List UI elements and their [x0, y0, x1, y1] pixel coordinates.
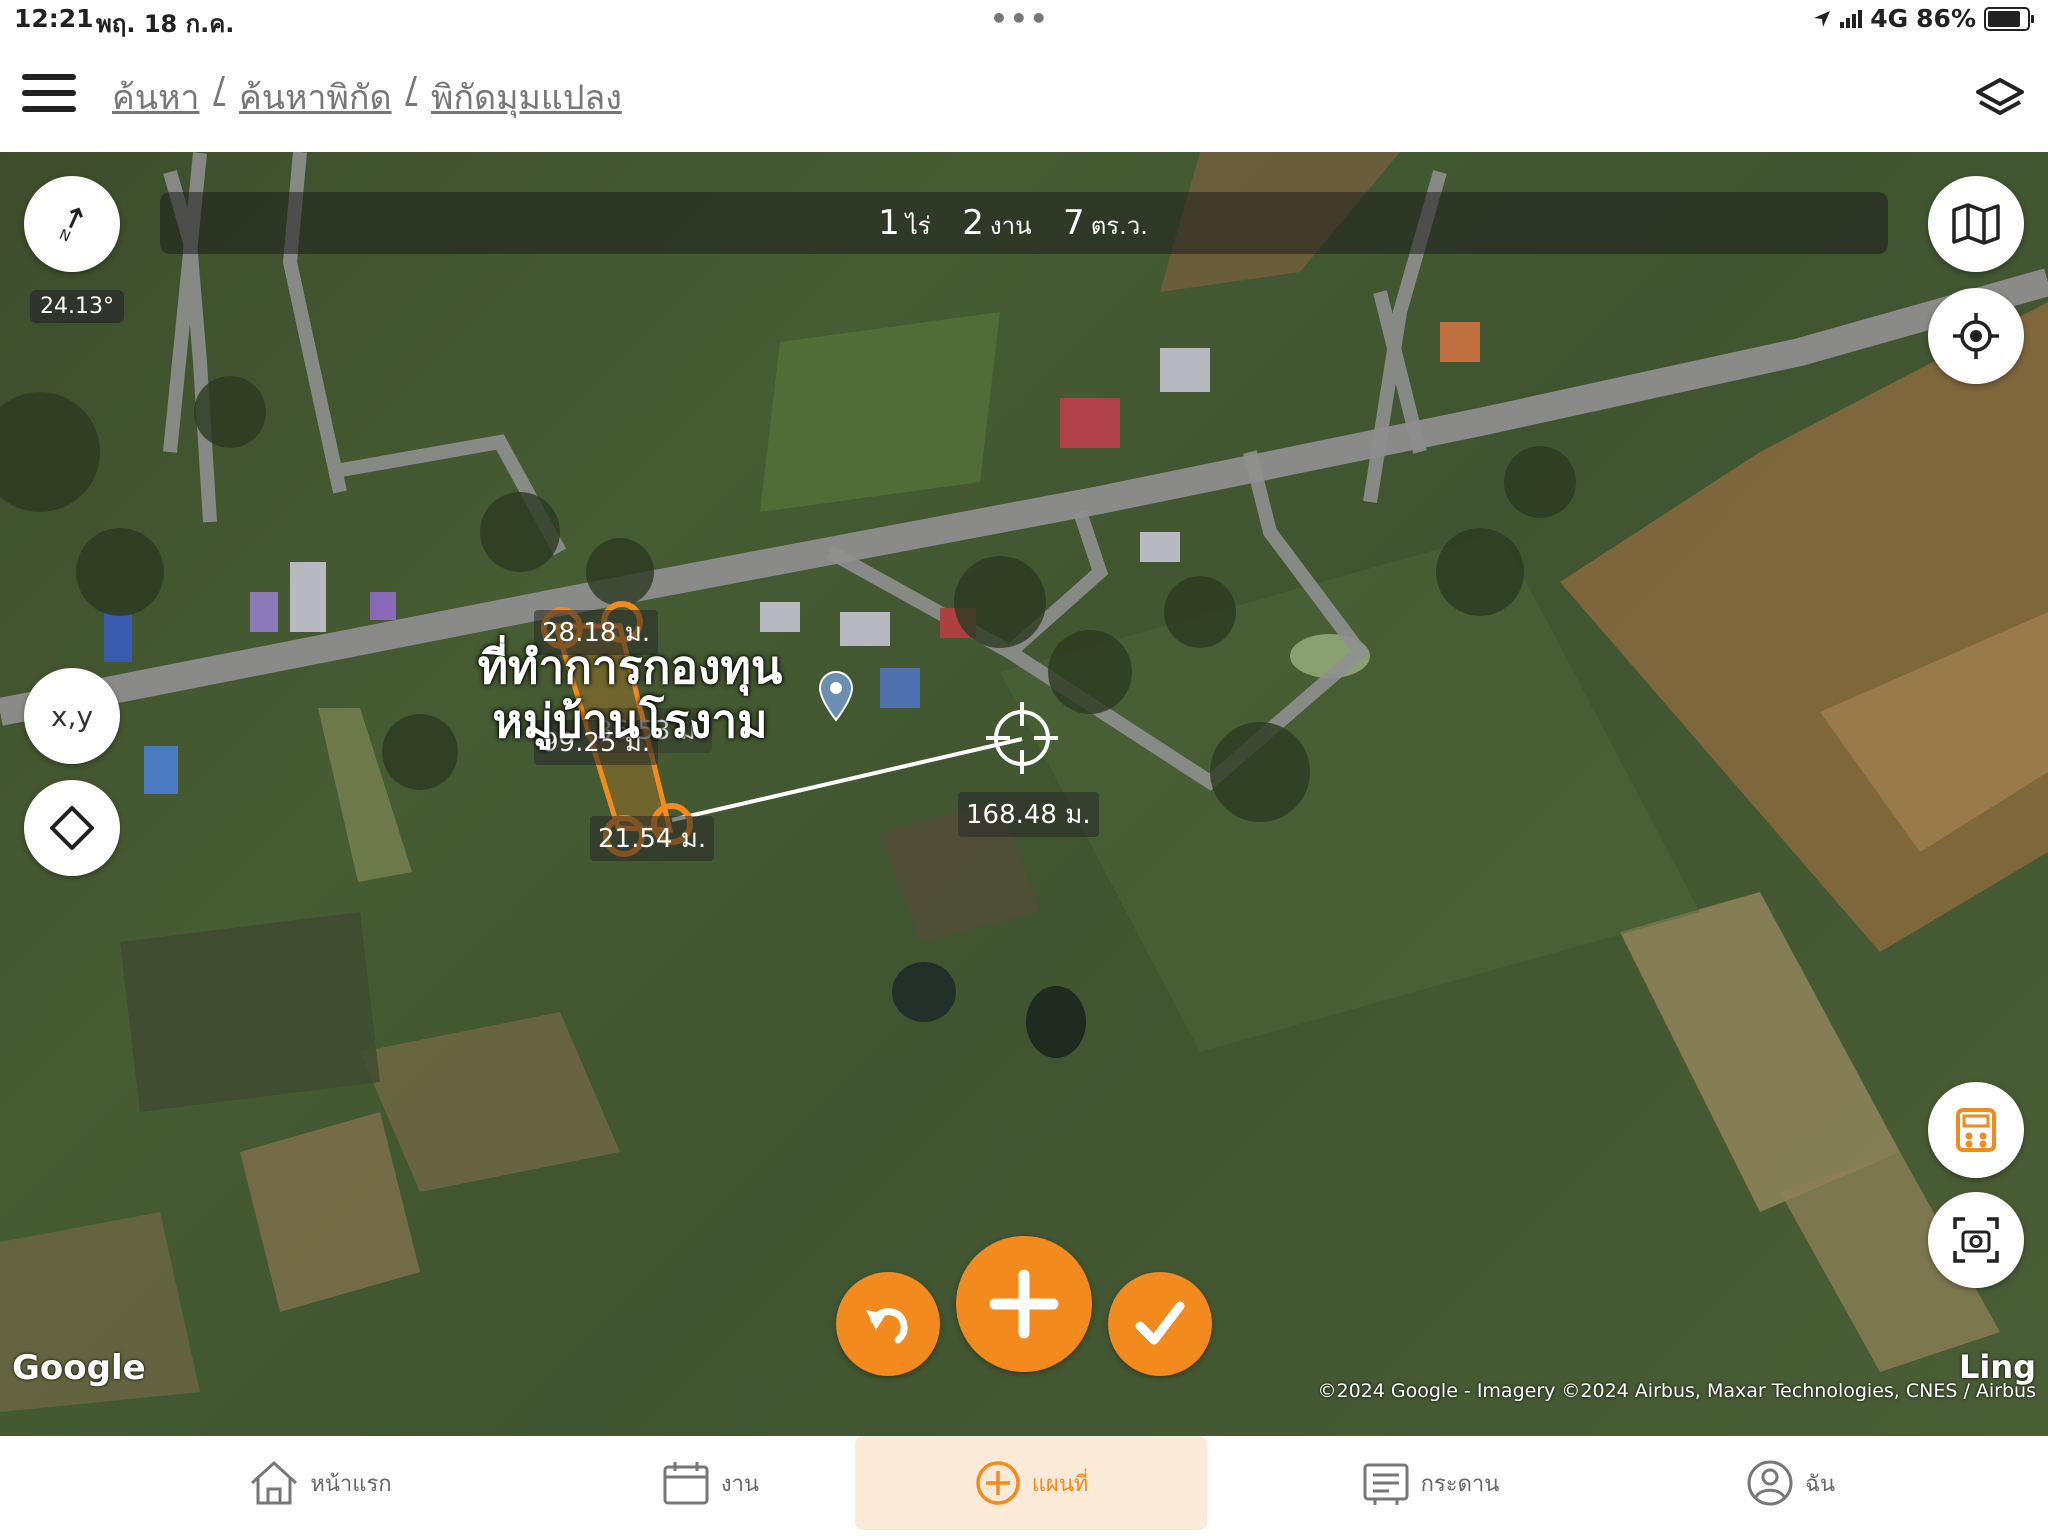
status-right: 4G 86%	[1812, 4, 2034, 33]
calculator-button[interactable]	[1928, 1082, 2024, 1178]
xy-coordinate-button[interactable]: x,y	[24, 668, 120, 764]
area-summary: 1 ไร่ 2 งาน 7 ตร.ว.	[160, 192, 1888, 254]
top-bar: ค้นหา / ค้นหาพิกัด / พิกัดมุมแปลง	[0, 40, 2048, 152]
multitask-dots-icon[interactable]: •••	[990, 2, 1050, 35]
tab-map-label: แผนที่	[1031, 1471, 1089, 1497]
home-icon	[251, 1460, 298, 1505]
confirm-button[interactable]	[1108, 1272, 1212, 1376]
area-rai-value: 1	[878, 203, 900, 243]
calculator-icon	[1956, 1108, 1996, 1152]
tab-me[interactable]: ฉัน	[1690, 1436, 1890, 1530]
place-name-line1: ที่ทำการกองทุน	[477, 640, 783, 694]
menu-icon[interactable]	[22, 74, 76, 116]
status-bar: 12:21 พฤ. 18 ก.ค. ••• 4G 86%	[0, 0, 2048, 40]
tab-home-label: หน้าแรก	[310, 1471, 392, 1497]
user-icon	[1747, 1460, 1793, 1506]
layers-icon[interactable]	[1974, 76, 2026, 120]
area-ngan-unit: งาน	[989, 212, 1032, 240]
target-crosshair-icon	[986, 702, 1058, 774]
my-location-button[interactable]	[1928, 288, 2024, 384]
tab-map[interactable]: แผนที่	[855, 1436, 1207, 1530]
map-pin-icon[interactable]	[816, 670, 856, 722]
calendar-icon	[663, 1462, 709, 1505]
tab-home[interactable]: หน้าแรก	[200, 1436, 440, 1530]
status-date: พฤ. 18 ก.ค.	[96, 10, 235, 38]
cursor-distance-label: 168.48 ม.	[958, 792, 1099, 837]
bottom-tab-bar: หน้าแรก งาน แผนที่ กระดาน ฉัน	[0, 1436, 2048, 1536]
satellite-map[interactable]: 1 ไร่ 2 งาน 7 ตร.ว. N 24.13° x,y 28.18 ม…	[0, 152, 2048, 1436]
google-logo: Google	[12, 1348, 146, 1388]
compass-icon: N	[57, 207, 83, 244]
place-name: ที่ทำการกองทุน หมู่บ้านโรงาม	[440, 640, 820, 748]
map-copyright: ©2024 Google - Imagery ©2024 Airbus, Max…	[1317, 1380, 2036, 1402]
tab-board[interactable]: กระดาน	[1310, 1436, 1550, 1530]
camera-frame-icon	[1953, 1217, 1999, 1263]
breadcrumb-coordinate-search[interactable]: ค้นหาพิกัด	[239, 70, 392, 124]
breadcrumb-plot-corner[interactable]: พิกัดมุมแปลง	[431, 70, 622, 124]
tab-jobs-label: งาน	[720, 1471, 760, 1497]
battery-percent: 86%	[1916, 4, 1976, 33]
crosshair-icon	[1953, 313, 1999, 359]
board-icon	[1363, 1463, 1409, 1505]
area-ngan-value: 2	[962, 203, 984, 243]
undo-button[interactable]	[836, 1272, 940, 1376]
diamond-icon	[50, 806, 94, 850]
status-time: 12:21	[14, 4, 94, 33]
undo-icon	[866, 1308, 908, 1344]
vertex-mode-button[interactable]	[24, 780, 120, 876]
checkmark-icon	[1135, 1301, 1185, 1345]
tab-board-label: กระดาน	[1420, 1471, 1500, 1497]
plus-icon	[989, 1269, 1059, 1339]
add-point-button[interactable]	[956, 1236, 1092, 1372]
compass-button[interactable]: N	[24, 176, 120, 272]
rotation-degree: 24.13°	[30, 290, 124, 323]
area-rai-unit: ไร่	[905, 212, 931, 240]
breadcrumb: ค้นหา / ค้นหาพิกัด / พิกัดมุมแปลง	[112, 70, 622, 124]
location-arrow-icon	[1814, 10, 1831, 27]
breadcrumb-search[interactable]: ค้นหา	[112, 70, 200, 124]
tab-jobs[interactable]: งาน	[590, 1436, 830, 1530]
breadcrumb-separator: /	[213, 70, 225, 110]
edge-length-label: 21.54 ม.	[590, 816, 715, 861]
battery-icon	[1984, 6, 2034, 31]
svg-text:N: N	[57, 227, 73, 244]
breadcrumb-separator: /	[405, 70, 418, 110]
map-type-button[interactable]	[1928, 176, 2024, 272]
tab-me-label: ฉัน	[1804, 1471, 1836, 1497]
network-label: 4G	[1870, 4, 1909, 33]
place-name-line2: หมู่บ้านโรงาม	[492, 694, 768, 748]
signal-icon	[1840, 9, 1863, 28]
map-icon	[1952, 203, 2000, 245]
plus-circle-icon	[975, 1461, 1020, 1505]
screenshot-button[interactable]	[1928, 1192, 2024, 1288]
area-wa-value: 7	[1063, 203, 1085, 243]
area-wa-unit: ตร.ว.	[1090, 212, 1148, 240]
